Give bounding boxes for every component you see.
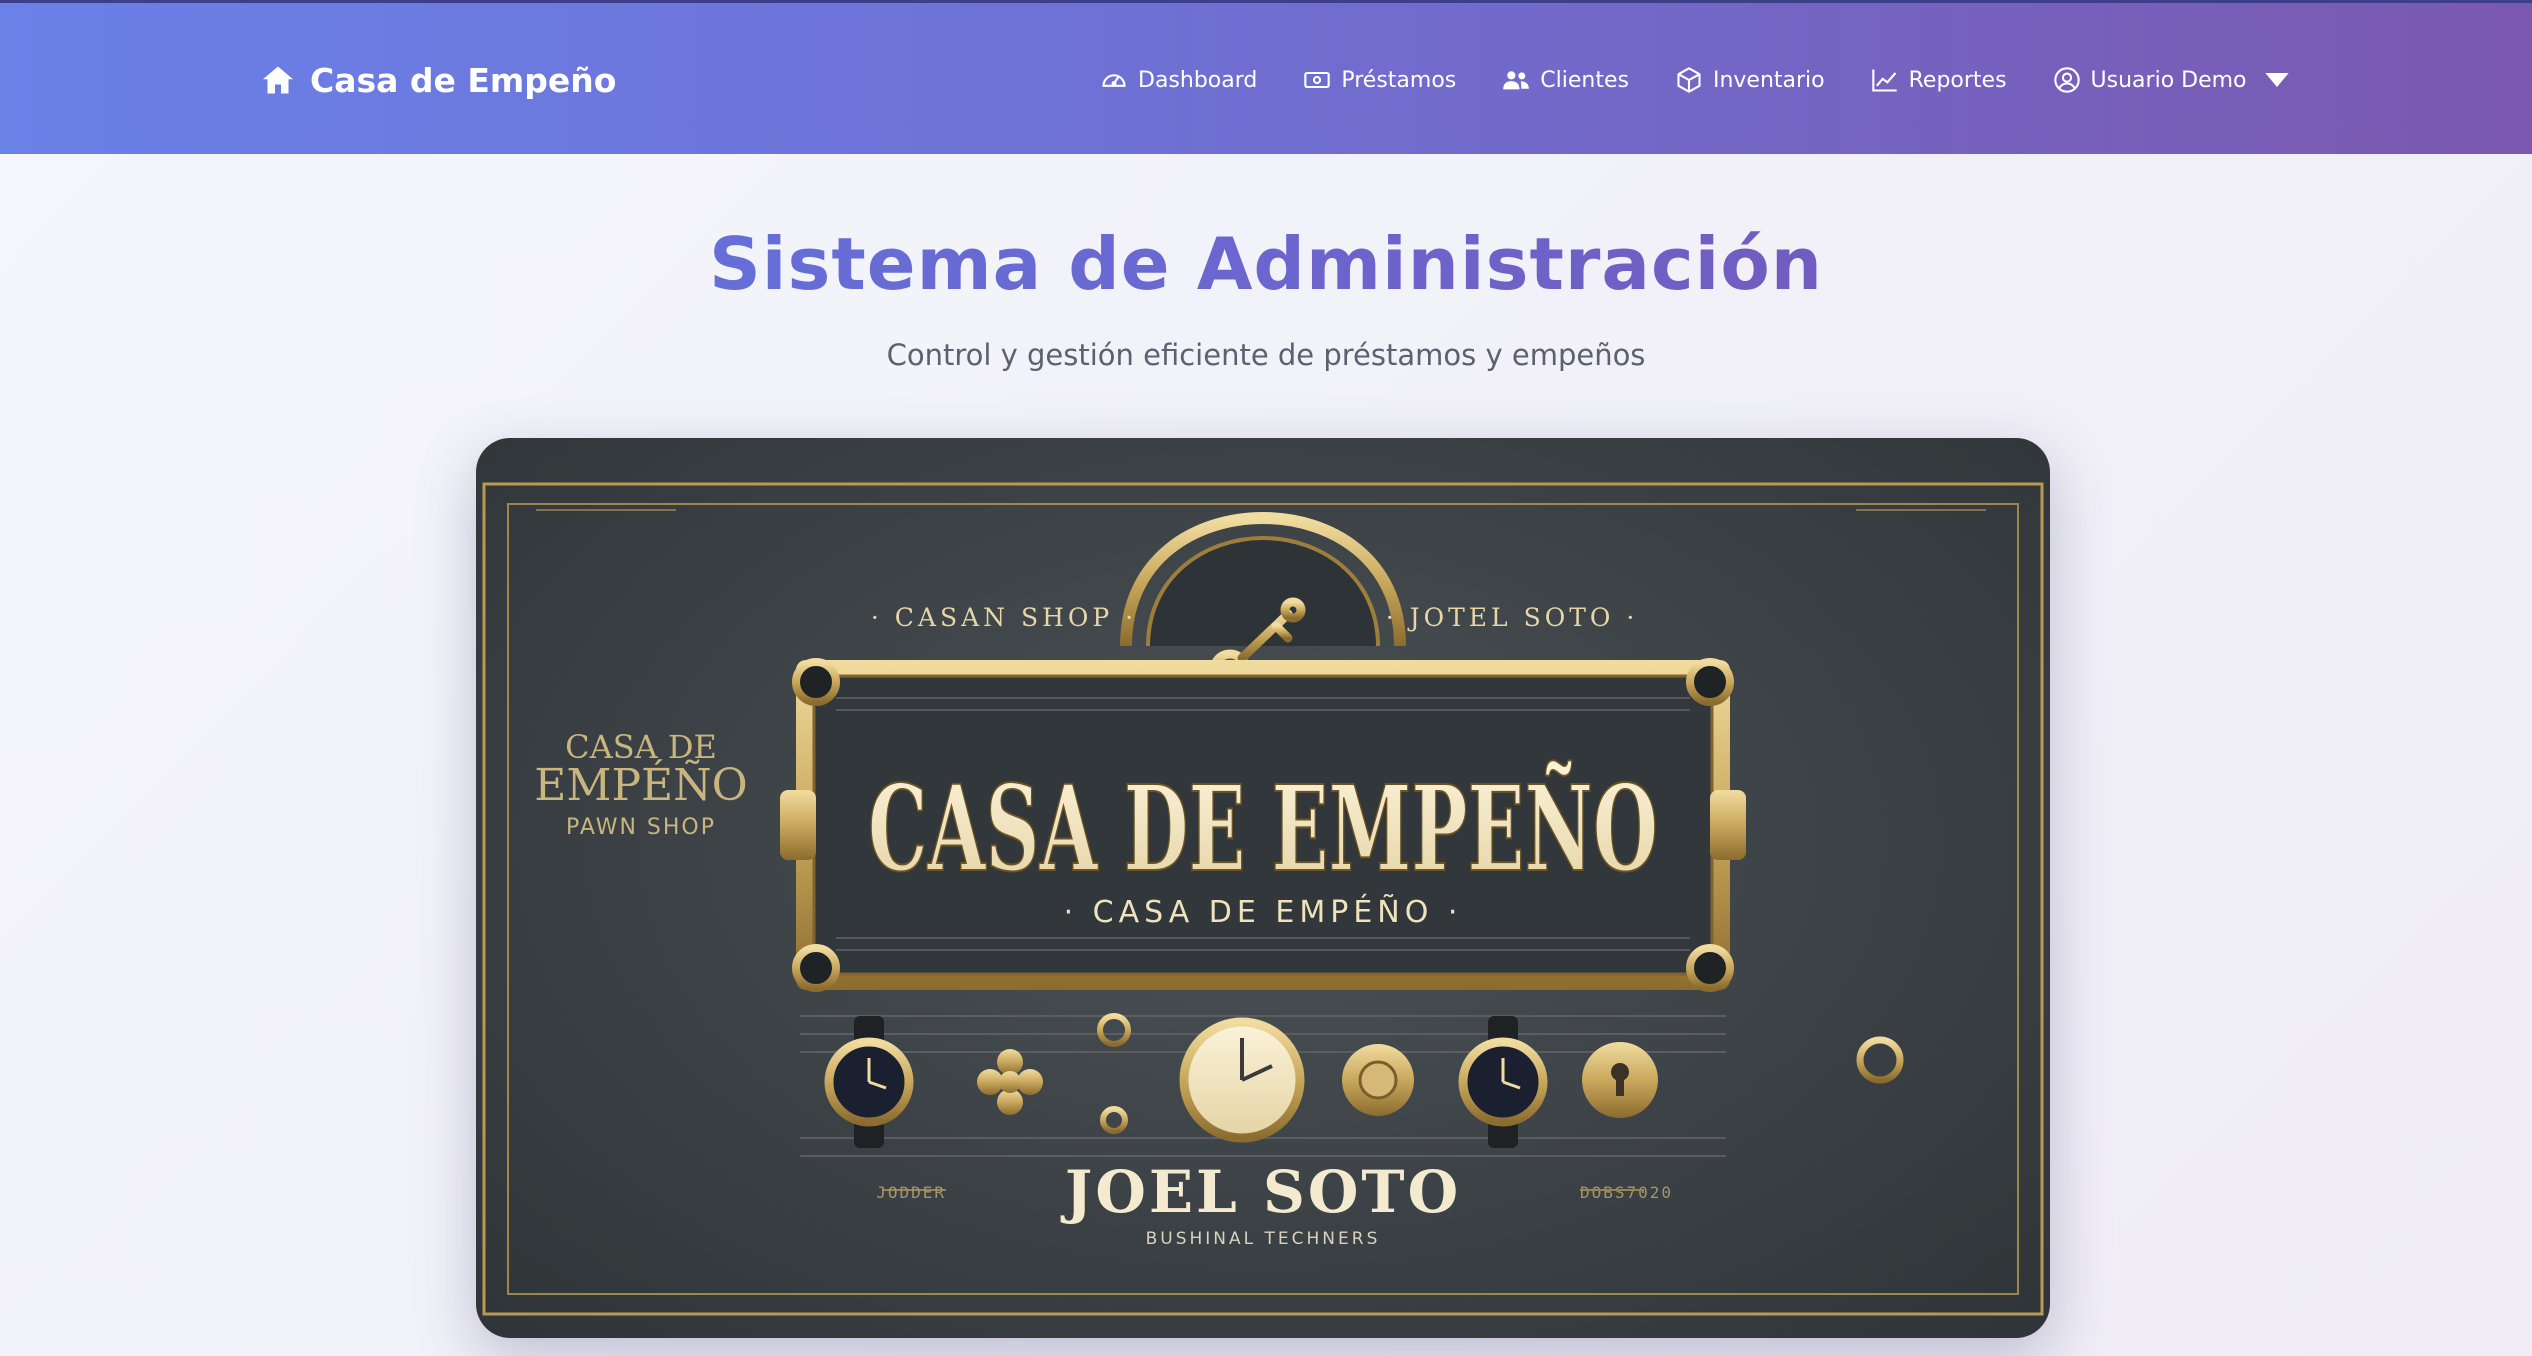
gauge-icon	[1102, 74, 1126, 87]
nav-menu: Dashboard Préstamos Clientes Inventario …	[1100, 59, 2291, 101]
banner-ribbon-text: · CASA DE EMPÉÑO ·	[1064, 894, 1463, 930]
user-menu-dropdown[interactable]: Usuario Demo	[2053, 66, 2291, 94]
nav-label: Préstamos	[1341, 67, 1457, 93]
owner-name-text: JOEL SOTO	[1060, 1158, 1461, 1226]
nav-item-prestamos[interactable]: Préstamos	[1303, 66, 1456, 94]
banner-main-title: CASA DE EMPEÑO	[868, 759, 1658, 898]
chart-line-icon	[1871, 69, 1897, 92]
side-logo: CASA DE EMPÉÑO PAWN SHOP	[534, 728, 747, 840]
page-title: Sistema de Administración	[0, 222, 2532, 306]
knob-icon	[1342, 1044, 1414, 1116]
pawn-shop-logo-illustration: · CASAN SHOP · · JOTEL SOTO · CASA DE EM…	[482, 482, 2044, 1316]
home-icon	[263, 66, 293, 94]
user-name: Usuario Demo	[2090, 67, 2247, 93]
money-icon	[1304, 71, 1331, 89]
owner-block: JODDER JOEL SOTO DOBS7020 BUSHINAL TECHN…	[876, 1158, 1673, 1249]
items-row	[800, 1013, 1726, 1157]
nav-label: Inventario	[1712, 67, 1825, 93]
nav-label: Dashboard	[1138, 67, 1258, 93]
users-icon	[1503, 71, 1530, 90]
nav-label: Clientes	[1540, 67, 1629, 93]
owner-right-text: DOBS7020	[1580, 1183, 1673, 1202]
caret-down-icon	[2264, 73, 2289, 87]
nav-item-reportes[interactable]: Reportes	[1871, 66, 2007, 94]
brand-name: Casa de Empeño	[310, 60, 617, 100]
watch-icon	[824, 1016, 914, 1148]
page-subtitle: Control y gestión eficiente de préstamos…	[886, 338, 1646, 372]
watch-icon	[1458, 1016, 1548, 1148]
owner-left-text: JODDER	[876, 1183, 946, 1202]
nav-item-inventario[interactable]: Inventario	[1675, 66, 1825, 94]
side-logo-line3: PAWN SHOP	[566, 815, 716, 840]
side-logo-line2: EMPÉÑO	[534, 758, 747, 811]
user-circle-icon	[2053, 67, 2080, 93]
nav-item-dashboard[interactable]: Dashboard	[1100, 66, 1257, 94]
banner-tagline: BUSHINAL TECHNERS	[1146, 1229, 1381, 1249]
hero-banner-image: · CASAN SHOP · · JOTEL SOTO · CASA DE EM…	[476, 438, 2050, 1338]
nav-item-clientes[interactable]: Clientes	[1502, 66, 1629, 94]
clock-icon	[1179, 1017, 1305, 1143]
banner-top-left-text: · CASAN SHOP ·	[871, 603, 1137, 632]
main-plaque: CASA DE EMPEÑO · CASA DE EMPÉÑO ·	[780, 658, 1746, 992]
hanging-key-icon	[1856, 1036, 1904, 1188]
box-icon	[1677, 67, 1701, 93]
nav-label: Reportes	[1908, 67, 2007, 93]
keyhole-icon	[1582, 1042, 1658, 1118]
brand-link[interactable]: Casa de Empeño	[260, 57, 616, 103]
navbar: Casa de Empeño Dashboard Préstamos Clien…	[0, 0, 2532, 154]
banner-top-right-text: · JOTEL SOTO ·	[1386, 603, 1639, 632]
clover-icon	[977, 1049, 1043, 1115]
